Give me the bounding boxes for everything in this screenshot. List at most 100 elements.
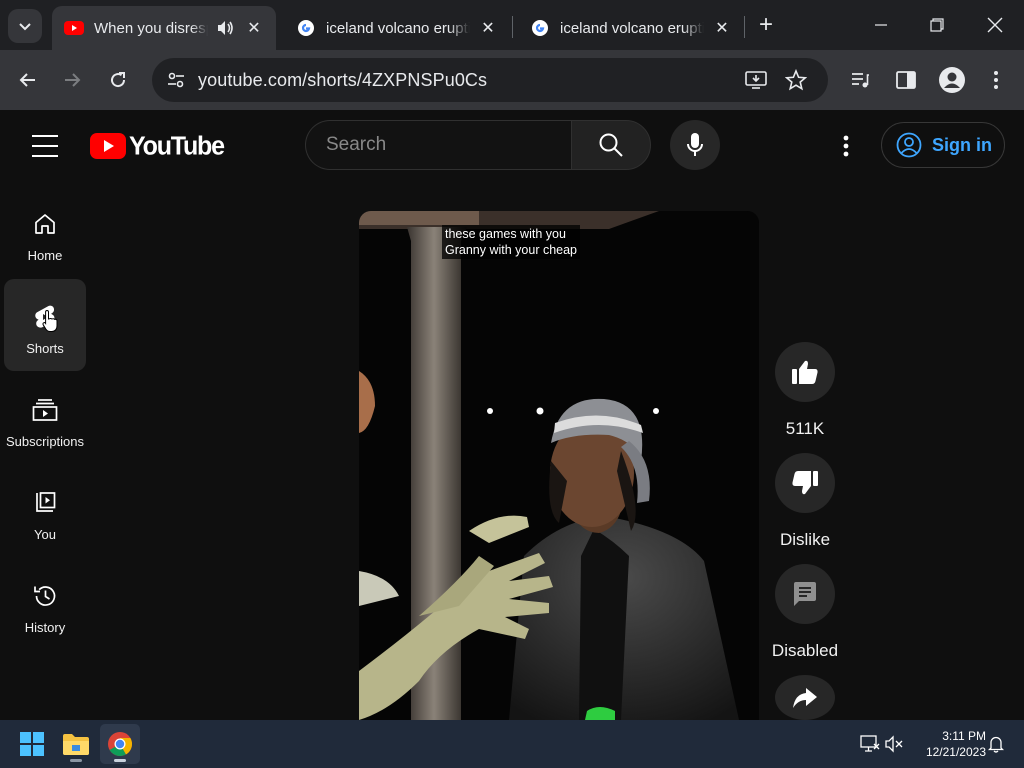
queue-music-icon xyxy=(852,73,869,88)
close-tab-icon[interactable]: ✕ xyxy=(244,18,264,38)
profile-button[interactable] xyxy=(936,64,968,96)
microphone-icon xyxy=(687,133,703,156)
tab-search-button[interactable] xyxy=(8,9,42,43)
thumb-down-icon xyxy=(792,471,818,495)
running-indicator xyxy=(70,759,82,762)
minimize-icon xyxy=(875,24,887,26)
side-panel-icon xyxy=(896,71,916,89)
sidebar-item-you[interactable]: You xyxy=(4,465,86,557)
browser-menu-button[interactable] xyxy=(980,64,1012,96)
side-panel-button[interactable] xyxy=(890,64,922,96)
browser-tab-strip: When you disrespect Granny ✕ iceland vol… xyxy=(0,0,1024,50)
audio-playing-icon[interactable] xyxy=(214,20,236,36)
notifications-icon[interactable] xyxy=(986,734,1006,754)
youtube-header: YouTube Search Sign in xyxy=(0,110,1024,182)
sign-in-label: Sign in xyxy=(932,134,992,155)
clock-date: 12/21/2023 xyxy=(925,745,986,759)
active-indicator xyxy=(114,759,126,762)
dislike-button[interactable] xyxy=(775,453,835,513)
sidebar-item-history[interactable]: History xyxy=(4,558,86,650)
system-clock[interactable]: 3:11 PM 12/21/2023 xyxy=(912,728,986,760)
you-icon xyxy=(31,489,59,517)
url-text: youtube.com/shorts/4ZXPNSPu0Cs xyxy=(198,70,488,90)
bookmark-button[interactable] xyxy=(782,66,810,94)
site-info-icon[interactable] xyxy=(162,66,190,94)
browser-tab-youtube[interactable]: When you disrespect Granny ✕ xyxy=(52,6,276,50)
shorts-video-player[interactable]: these games with you Granny with your ch… xyxy=(359,211,759,720)
network-icon[interactable] xyxy=(860,734,880,754)
forward-arrow-icon xyxy=(65,73,81,87)
sidebar-item-label: History xyxy=(24,620,66,635)
comments-button[interactable] xyxy=(775,564,835,624)
voice-search-button[interactable] xyxy=(670,120,720,170)
install-app-icon xyxy=(745,71,767,89)
reload-icon xyxy=(111,72,126,88)
browser-toolbar: youtube.com/shorts/4ZXPNSPu0Cs xyxy=(0,50,1024,110)
youtube-logo[interactable]: YouTube xyxy=(90,130,225,161)
sidebar-item-shorts[interactable]: Shorts xyxy=(4,279,86,371)
tab-divider xyxy=(512,16,513,38)
sidebar-item-label: Subscriptions xyxy=(5,434,85,449)
windows-taskbar: 3:11 PM 12/21/2023 xyxy=(0,720,1024,768)
thumb-up-icon xyxy=(792,360,818,384)
browser-tab-google-2[interactable]: iceland volcano eruption - Google Search… xyxy=(518,6,744,50)
clock-time: 3:11 PM xyxy=(942,729,986,743)
close-icon xyxy=(987,17,1003,33)
back-button[interactable] xyxy=(12,64,44,96)
comments-disabled-label: Disabled xyxy=(771,641,839,660)
restore-button[interactable] xyxy=(922,10,952,40)
share-button[interactable] xyxy=(775,675,835,720)
search-placeholder: Search xyxy=(326,134,387,155)
chevron-down-icon xyxy=(19,23,31,31)
like-button[interactable] xyxy=(775,342,835,402)
settings-menu-button[interactable] xyxy=(830,130,862,162)
hamburger-icon xyxy=(32,135,58,137)
guide-menu-button[interactable] xyxy=(28,132,62,160)
youtube-wordmark: YouTube xyxy=(129,130,225,161)
restore-icon xyxy=(930,18,944,32)
dislike-label: Dislike xyxy=(779,530,831,549)
profile-avatar-icon xyxy=(939,67,965,93)
close-tab-icon[interactable]: ✕ xyxy=(712,18,732,38)
address-bar[interactable]: youtube.com/shorts/4ZXPNSPu0Cs xyxy=(152,58,828,102)
tab-title: iceland volcano eruption - Google Search xyxy=(560,19,704,37)
search-icon xyxy=(599,133,623,157)
chrome-taskbar-button[interactable] xyxy=(100,724,140,764)
browser-tab-google-1[interactable]: iceland volcano eruption - Google Search… xyxy=(284,6,510,50)
media-controls-button[interactable] xyxy=(844,64,876,96)
sidebar-item-label: Home xyxy=(27,248,63,263)
more-vertical-icon xyxy=(843,135,849,157)
history-icon xyxy=(31,582,59,610)
google-favicon-icon xyxy=(530,18,550,38)
chrome-icon xyxy=(108,732,133,757)
sidebar-item-home[interactable]: Home xyxy=(4,186,86,278)
hand-cursor-icon xyxy=(42,309,58,332)
search-button[interactable] xyxy=(571,120,651,170)
share-arrow-icon xyxy=(793,687,817,708)
comment-icon xyxy=(794,582,816,606)
file-explorer-button[interactable] xyxy=(56,724,96,764)
close-window-button[interactable] xyxy=(980,10,1010,40)
minimize-button[interactable] xyxy=(866,10,896,40)
new-tab-button[interactable]: + xyxy=(752,12,780,40)
start-button[interactable] xyxy=(12,724,52,764)
sidebar-item-label: Shorts xyxy=(26,341,64,356)
more-vertical-icon xyxy=(994,71,998,89)
forward-button[interactable] xyxy=(56,64,88,96)
install-app-button[interactable] xyxy=(742,66,770,94)
share-action xyxy=(765,675,845,720)
google-favicon-icon xyxy=(296,18,316,38)
like-count: 511K xyxy=(785,419,825,438)
account-circle-icon xyxy=(896,132,922,158)
tab-title: iceland volcano eruption - Google Search xyxy=(326,19,470,37)
close-tab-icon[interactable]: ✕ xyxy=(478,18,498,38)
caption-line: these games with you xyxy=(445,227,566,241)
video-caption: these games with you Granny with your ch… xyxy=(442,225,581,259)
video-frame xyxy=(359,211,759,720)
search-input[interactable]: Search xyxy=(305,120,571,170)
sign-in-button[interactable]: Sign in xyxy=(881,122,1005,168)
volume-muted-icon[interactable] xyxy=(885,734,905,754)
reload-button[interactable] xyxy=(102,64,134,96)
sidebar-item-subscriptions[interactable]: Subscriptions xyxy=(4,372,86,464)
mini-guide-sidebar: Home Shorts Subscriptions You History xyxy=(0,182,92,720)
